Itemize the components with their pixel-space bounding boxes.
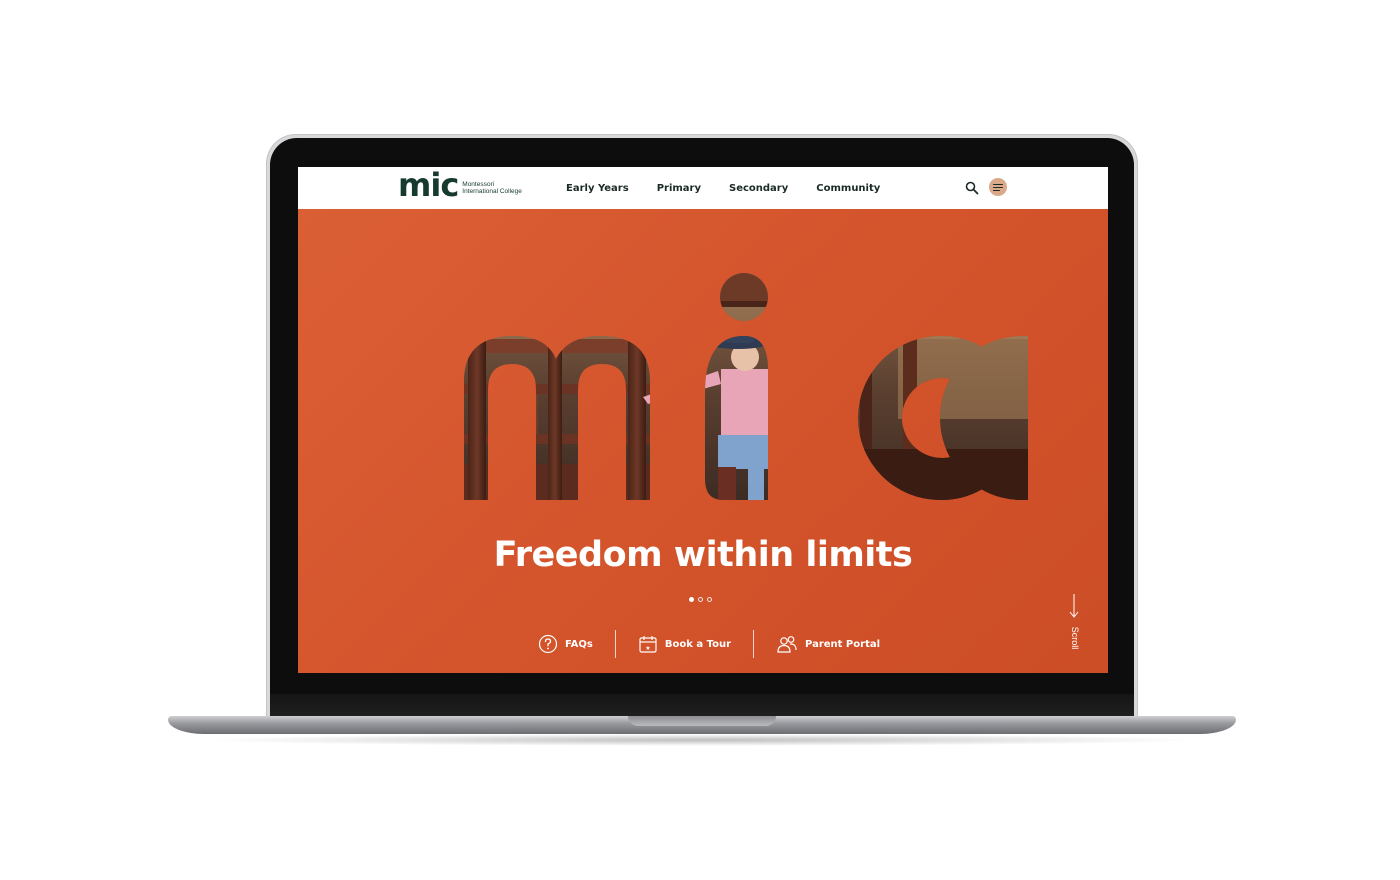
site-header: mic Montessori International College Ear… bbox=[298, 167, 1108, 209]
quick-link-divider bbox=[614, 630, 616, 658]
nav-community[interactable]: Community bbox=[816, 183, 880, 194]
faqs-label: FAQs bbox=[565, 638, 593, 650]
laptop-shadow bbox=[200, 734, 1204, 746]
people-icon bbox=[777, 636, 797, 653]
carousel-dot-2[interactable] bbox=[698, 597, 703, 602]
nav-secondary[interactable]: Secondary bbox=[729, 183, 788, 194]
menu-icon bbox=[993, 183, 1003, 185]
main-nav: Early Years Primary Secondary Community bbox=[566, 167, 908, 209]
hero-tagline: Freedom within limits bbox=[493, 535, 913, 575]
laptop-mockup: mic Montessori International College Ear… bbox=[0, 0, 1400, 880]
nav-early-years[interactable]: Early Years bbox=[566, 183, 629, 194]
logo-mark: mic bbox=[398, 167, 459, 204]
book-a-tour-label: Book a Tour bbox=[664, 638, 732, 650]
svg-text:★: ★ bbox=[645, 645, 650, 652]
nav-primary[interactable]: Primary bbox=[657, 183, 701, 194]
quick-links: FAQs ★ Book a Tour Parent Portal bbox=[538, 629, 880, 659]
carousel-dot-3[interactable] bbox=[707, 597, 712, 602]
calendar-icon: ★ bbox=[639, 636, 657, 653]
search-icon[interactable] bbox=[965, 181, 979, 195]
hero-mic-photo-graphic bbox=[464, 273, 1028, 501]
quick-link-divider bbox=[753, 630, 755, 658]
parent-portal-label: Parent Portal bbox=[805, 638, 881, 650]
site-logo[interactable]: mic Montessori International College bbox=[398, 167, 522, 205]
faqs-link[interactable]: FAQs bbox=[538, 634, 593, 654]
carousel-dots bbox=[689, 597, 712, 602]
laptop-notch bbox=[628, 716, 776, 726]
laptop-screen: mic Montessori International College Ear… bbox=[298, 167, 1108, 673]
question-circle-icon bbox=[538, 634, 558, 654]
parent-portal-link[interactable]: Parent Portal bbox=[776, 634, 880, 654]
laptop-bezel-strip bbox=[270, 694, 1134, 716]
book-a-tour-link[interactable]: ★ Book a Tour bbox=[638, 634, 731, 654]
scroll-indicator[interactable]: Scroll bbox=[1068, 593, 1080, 653]
carousel-dot-1[interactable] bbox=[689, 597, 694, 602]
logo-text: Montessori International College bbox=[462, 181, 522, 195]
hero-banner: Freedom within limits FAQs ★ Book a Tour… bbox=[298, 209, 1108, 673]
arrow-down-icon bbox=[1069, 594, 1079, 618]
menu-button[interactable] bbox=[989, 178, 1007, 196]
scroll-label: Scroll bbox=[1070, 626, 1080, 650]
